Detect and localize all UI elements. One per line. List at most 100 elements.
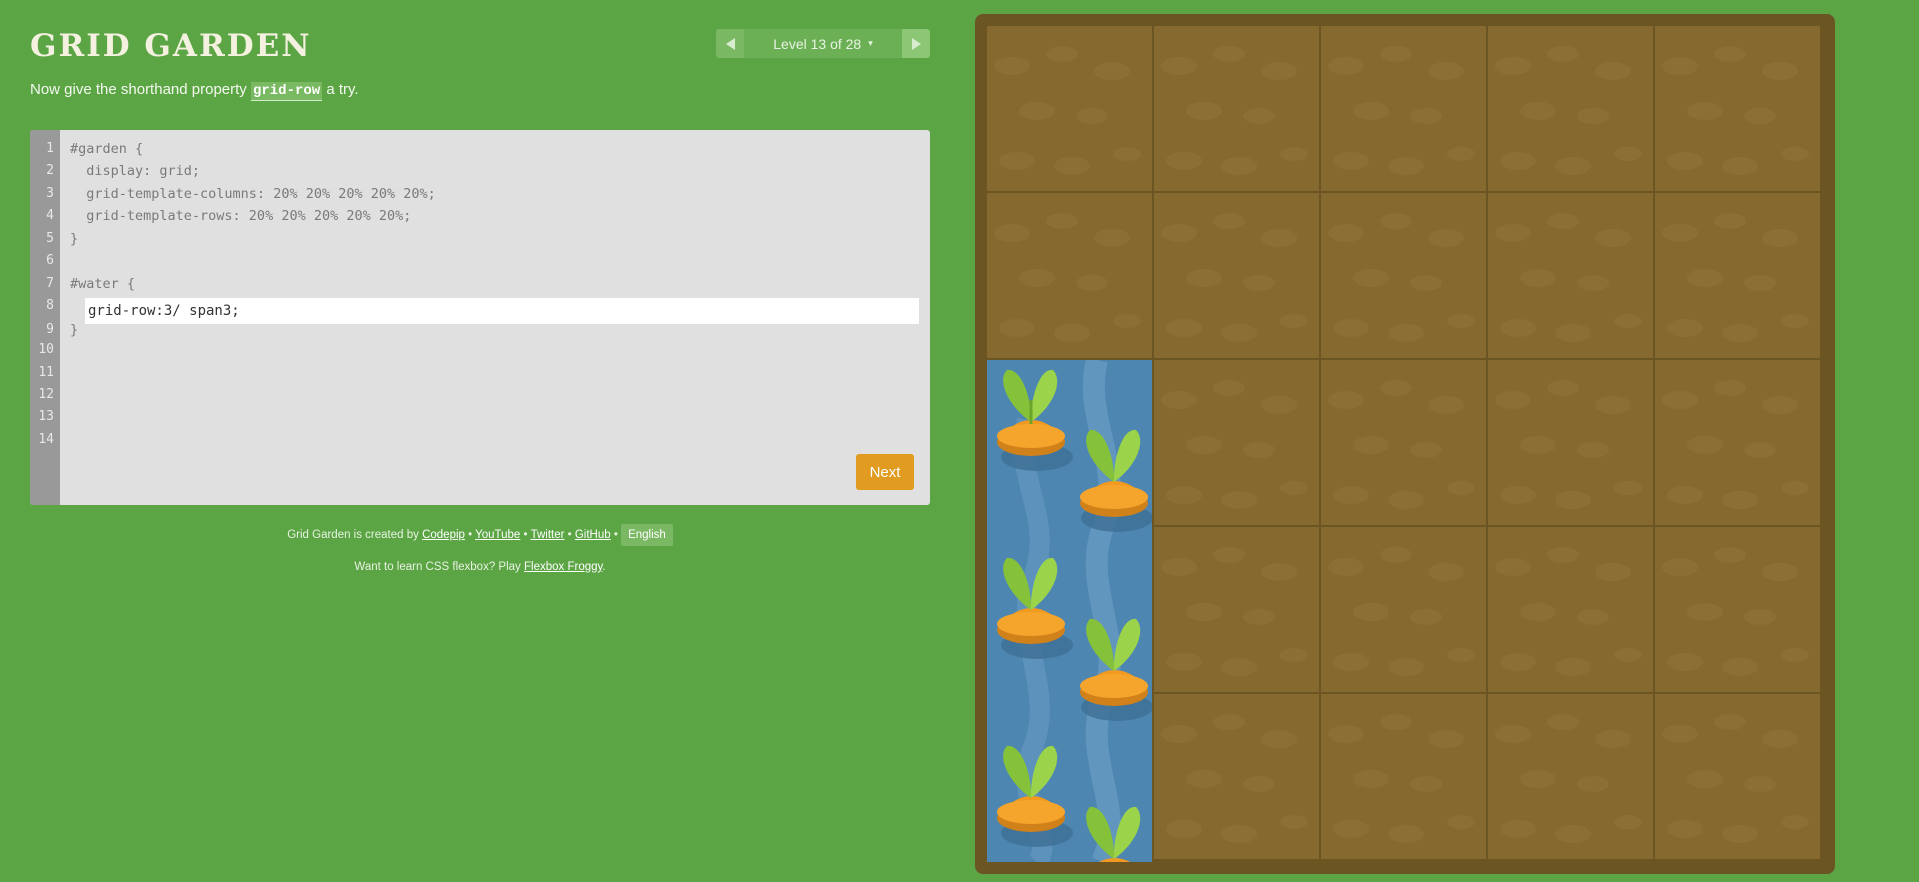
line-number: 12 xyxy=(38,387,54,402)
water-area xyxy=(987,360,1152,862)
level-navigation: Level 13 of 28 ▾ xyxy=(716,29,930,58)
line-number: 3 xyxy=(46,186,54,201)
code-line: #garden { xyxy=(70,141,144,157)
soil-texture xyxy=(1161,714,1308,843)
previous-level-button[interactable] xyxy=(716,29,744,58)
line-number: 5 xyxy=(46,231,54,246)
app-title: GRID GARDEN xyxy=(30,28,312,64)
soil-texture xyxy=(994,46,1141,175)
soil-texture xyxy=(1161,380,1308,509)
line-number: 11 xyxy=(38,365,54,380)
soil-texture xyxy=(1662,213,1809,342)
carrot-icon xyxy=(997,369,1073,471)
line-number: 10 xyxy=(38,342,54,357)
code-line: grid-template-rows: 20% 20% 20% 20% 20%; xyxy=(70,208,412,224)
instructions-text-end: a try. xyxy=(322,81,359,98)
garden xyxy=(987,26,1823,862)
soil-tile xyxy=(1154,26,1319,191)
separator: • xyxy=(610,529,622,541)
soil-texture xyxy=(1328,380,1475,509)
soil-texture xyxy=(1662,714,1809,843)
garden-frame xyxy=(975,14,1835,874)
soil-tile xyxy=(1655,694,1820,859)
soil-tile xyxy=(987,26,1152,191)
credits: Grid Garden is created by Codepip • YouT… xyxy=(30,524,930,546)
soil-tile xyxy=(1488,527,1653,692)
soil-texture xyxy=(994,213,1141,342)
soil-texture xyxy=(1495,547,1642,676)
soil-texture xyxy=(1495,213,1642,342)
soil-texture xyxy=(1328,547,1475,676)
promo-text-end: . xyxy=(602,561,606,573)
app-root: GRID GARDEN Level 13 of 28 ▾ Now give th… xyxy=(0,0,1919,882)
soil-tile xyxy=(1488,26,1653,191)
codepip-link[interactable]: Codepip xyxy=(422,529,465,541)
soil-texture xyxy=(1328,714,1475,843)
soil-tile xyxy=(1321,694,1486,859)
soil-texture xyxy=(1495,380,1642,509)
line-number: 6 xyxy=(46,253,54,268)
language-button[interactable]: English xyxy=(621,524,673,546)
line-number: 13 xyxy=(38,409,54,424)
css-answer-input[interactable] xyxy=(85,298,919,324)
line-number: 2 xyxy=(46,163,54,178)
next-level-button[interactable] xyxy=(902,29,930,58)
soil-tile xyxy=(1321,527,1486,692)
flexbox-froggy-link[interactable]: Flexbox Froggy xyxy=(524,561,602,573)
soil-tile xyxy=(1655,527,1820,692)
instructions-code: grid-row xyxy=(250,82,323,101)
soil-tile xyxy=(1154,193,1319,358)
flexbox-promo: Want to learn CSS flexbox? Play Flexbox … xyxy=(30,561,930,573)
line-number-gutter: 1 2 3 4 5 6 7 8 9 10 11 12 13 14 xyxy=(30,130,60,505)
credits-text: Grid Garden is created by xyxy=(287,529,423,541)
github-link[interactable]: GitHub xyxy=(575,529,611,541)
code-line: display: grid; xyxy=(70,163,201,179)
code-line: } xyxy=(70,231,79,247)
soil-texture xyxy=(1495,46,1642,175)
level-indicator[interactable]: Level 13 of 28 ▾ xyxy=(744,29,902,58)
instructions-text: Now give the shorthand property xyxy=(30,81,251,98)
soil-texture xyxy=(1161,213,1308,342)
chevron-down-icon: ▾ xyxy=(868,38,873,48)
line-number: 9 xyxy=(46,322,54,337)
line-number: 14 xyxy=(38,432,54,447)
line-number: 7 xyxy=(46,276,54,291)
arrow-right-icon xyxy=(911,37,921,50)
soil-texture xyxy=(1662,380,1809,509)
soil-tile xyxy=(1321,193,1486,358)
separator: • xyxy=(464,529,476,541)
soil-tile xyxy=(987,193,1152,358)
arrow-left-icon xyxy=(725,37,735,50)
code-editor: 1 2 3 4 5 6 7 8 9 10 11 12 13 14 #garden… xyxy=(30,130,930,505)
separator: • xyxy=(520,529,531,541)
youtube-link[interactable]: YouTube xyxy=(475,529,520,541)
soil-tile xyxy=(1488,193,1653,358)
soil-tile xyxy=(1655,193,1820,358)
next-button[interactable]: Next xyxy=(856,454,914,490)
soil-tile xyxy=(1655,26,1820,191)
level-label: Level 13 of 28 xyxy=(773,35,862,52)
line-number: 1 xyxy=(46,141,54,156)
separator: • xyxy=(564,529,575,541)
soil-tile xyxy=(1655,360,1820,525)
promo-text: Want to learn CSS flexbox? Play xyxy=(354,561,524,573)
soil-tile xyxy=(1154,527,1319,692)
soil-texture xyxy=(1161,547,1308,676)
line-number: 4 xyxy=(46,208,54,223)
soil-tile xyxy=(1154,360,1319,525)
line-number: 8 xyxy=(46,298,54,313)
soil-tile xyxy=(1321,360,1486,525)
soil-texture xyxy=(1328,213,1475,342)
soil-tile xyxy=(1488,694,1653,859)
soil-tile xyxy=(1321,26,1486,191)
code-line: } xyxy=(70,322,79,338)
soil-texture xyxy=(1161,46,1308,175)
twitter-link[interactable]: Twitter xyxy=(531,529,565,541)
soil-texture xyxy=(1495,714,1642,843)
soil-tile xyxy=(1154,694,1319,859)
soil-texture xyxy=(1328,46,1475,175)
soil-texture xyxy=(1662,46,1809,175)
soil-texture xyxy=(1662,547,1809,676)
instructions: Now give the shorthand property grid-row… xyxy=(30,81,359,101)
water-stream xyxy=(997,360,1152,862)
